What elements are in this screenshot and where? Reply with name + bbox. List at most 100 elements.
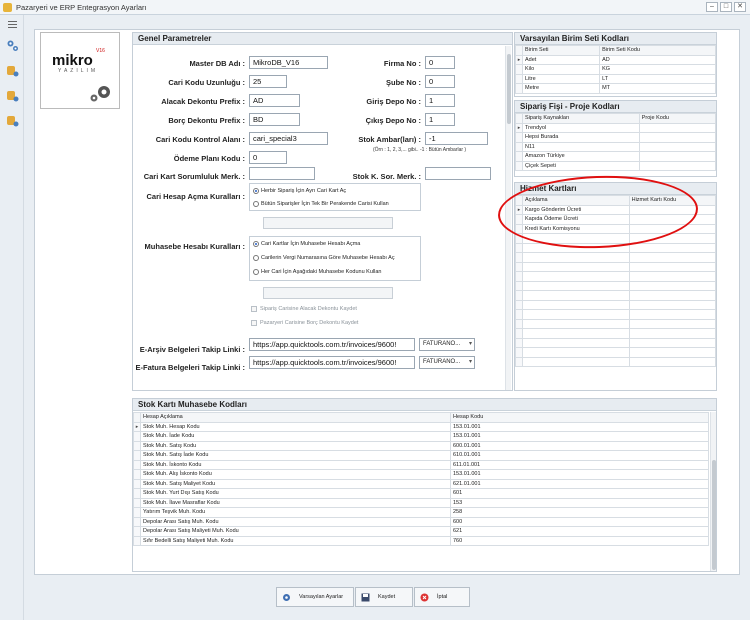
table-row[interactable]: Amazon Türkiye [515,151,717,162]
earsiv-link-label: E-Arşiv Belgeleri Takip Linki : [139,345,245,354]
borc-prefix-label: Borç Dekontu Prefix : [168,116,245,125]
stok-ambar-input[interactable]: -1 [425,132,488,145]
database-settings-icon-3[interactable] [6,114,19,127]
odeme-plani-input[interactable]: 0 [249,151,287,164]
muhasebe-kural-group: Cari Kartlar İçin Muhasebe Hesabı Açma C… [249,236,421,281]
alacak-dekont-checkbox[interactable]: Sipariş Carisine Alacak Dekontu Kaydet [251,306,357,312]
settings-icon[interactable] [6,39,19,52]
cari-acma-label: Cari Hesap Açma Kuralları : [146,192,245,201]
table-row[interactable]: Sıfır Bedelli Satış Maliyeti Muh. Kodu 76… [133,535,709,546]
hamburger-menu-icon[interactable] [8,21,17,30]
borc-dekont-checkbox[interactable]: Pazaryeri Carisine Borç Dekontu Kaydet [251,320,358,326]
table-row[interactable]: Stok Muh. İade Kodu 153.01.001 [133,431,709,442]
muh-option-2[interactable]: Carilerin Vergi Numarasına Göre Muhasebe… [253,255,395,261]
defaults-button[interactable]: Varsayılan Ayarlar [276,587,354,607]
cari-sorumluluk-input[interactable] [249,167,315,180]
minimize-button[interactable]: – [706,2,718,12]
table-row [515,309,717,320]
title-bar: Pazaryeri ve ERP Entegrasyon Ayarları – … [0,0,750,15]
table-row[interactable]: Metre MT [515,83,716,94]
table-row [515,347,717,358]
table-row [515,318,717,329]
alacak-prefix-label: Alacak Dekontu Prefix : [161,97,245,106]
earsiv-link-input[interactable]: https://app.quicktools.com.tr/invoices/9… [249,338,415,351]
maximize-button[interactable]: □ [720,2,732,12]
table-row[interactable]: Çiçek Sepeti [515,160,717,171]
table-row[interactable]: Depolar Arası Satış Maliyeti Muh. Kodu 62… [133,526,709,537]
general-parameters-title: Genel Parametreler [133,33,512,45]
master-db-input[interactable]: MikroDB_V16 [249,56,328,69]
giris-depo-label: Giriş Depo No : [366,97,421,106]
table-row[interactable]: Yatırım Teşvik Muh. Kodu 258 [133,507,709,518]
efatura-link-input[interactable]: https://app.quicktools.com.tr/invoices/9… [249,356,415,369]
earsiv-field-select[interactable]: FATURANO... ▾ [419,338,475,351]
birim-seti-panel: Varsayılan Birim Seti Kodları Birim Seti… [514,32,717,97]
table-row [515,328,717,339]
odeme-plani-label: Ödeme Planı Kodu : [173,154,245,163]
app-icon [3,2,12,12]
cikis-depo-input[interactable]: 1 [425,113,455,126]
cancel-button[interactable]: İptal [414,587,470,607]
database-settings-icon-2[interactable] [6,89,19,102]
table-row [515,271,717,282]
logo-version: V16 [96,48,105,54]
database-settings-icon[interactable] [6,64,19,77]
table-row[interactable]: ▸ Trendyol [515,122,717,133]
table-row[interactable]: Depolar Arası Satış Muh. Kodu 600 [133,516,709,527]
table-row[interactable]: Stok Muh. Satış İade Kodu 610.01.001 [133,450,709,461]
muh-option-1[interactable]: Cari Kartlar İçin Muhasebe Hesabı Açma [253,241,360,247]
table-row [515,299,717,310]
borc-prefix-input[interactable]: BD [249,113,300,126]
stok-muhasebe-table: Hesap Açıklama Hesap Kodu ▸ Stok Muh. Hesa… [133,412,709,546]
table-row [515,280,717,291]
master-db-label: Master DB Adı : [189,59,245,68]
chevron-down-icon: ▾ [468,359,472,365]
firma-input[interactable]: 0 [425,56,455,69]
stok-sorumluluk-input[interactable] [425,167,491,180]
left-toolbar [0,15,24,620]
firma-label: Firma No : [383,59,421,68]
mikro-logo: mikro [52,52,93,69]
stok-ambar-hint: (Örn : 1, 2, 3,... gibi.. -1 : Bütün Amb… [373,147,467,153]
acma-extra-field [263,217,393,229]
close-button[interactable]: ✕ [734,2,746,12]
table-row [515,337,717,348]
gear-icon [90,86,110,102]
stok-scrollbar[interactable] [710,412,716,571]
acma-option-2[interactable]: Bütün Siparişler İçin Tek Bir Perakende … [253,201,389,207]
table-row[interactable]: Stok Muh. İlave Masraflar Kodu 153 [133,497,709,508]
siparis-proje-panel: Sipariş Fişi - Proje Kodları Sipariş Kay… [514,100,717,177]
table-row[interactable]: Kilo KG [515,64,716,75]
table-row[interactable]: Stok Muh. Satış Maliyet Kodu 621.01.001 [133,478,709,489]
siparis-proje-title: Sipariş Fişi - Proje Kodları [515,101,716,113]
sube-input[interactable]: 0 [425,75,455,88]
cancel-icon [420,593,429,601]
cari-kodu-uzunlugu-input[interactable]: 25 [249,75,287,88]
birim-seti-table: Birim Seti Birim Seti Kodu ▸ Adet AD Kilo KG… [515,45,716,94]
table-row[interactable]: Stok Muh. Alış İskonto Kodu 153.01.001 [133,469,709,480]
table-row[interactable]: N11 [515,141,717,152]
table-row[interactable]: Hepsi Burada [515,132,717,143]
alacak-prefix-input[interactable]: AD [249,94,300,107]
muhasebe-kural-label: Muhasebe Hesabı Kuralları : [144,242,245,251]
table-row[interactable]: Litre LT [515,73,716,84]
save-icon [361,593,370,601]
sube-label: Şube No : [386,78,421,87]
table-row[interactable]: ▸ Stok Muh. Hesap Kodu 153.01.001 [133,421,709,432]
logo-subtitle: YAZILIM [58,68,99,74]
save-button[interactable]: Kaydet [355,587,413,607]
table-row[interactable]: Stok Muh. İskonto Kodu 611.01.001 [133,459,709,470]
acma-option-1[interactable]: Herbir Sipariş İçin Ayrı Cari Kart Aç [253,188,346,194]
stok-muhasebe-title: Stok Kartı Muhasebe Kodları [133,399,716,411]
cari-kodu-uzunlugu-label: Cari Kodu Uzunluğu : [168,78,245,87]
muh-option-3[interactable]: Her Cari İçin Aşağıdaki Muhasebe Kodunu … [253,269,381,275]
siparis-proje-table: Sipariş Kaynakları Proje Kodu ▸ Trendyol H… [515,113,717,171]
table-row[interactable]: Stok Muh. Satış Kodu 600.01.001 [133,440,709,451]
efatura-field-select[interactable]: FATURANO... ▾ [419,356,475,369]
table-row[interactable]: Stok Muh. Yurt Dışı Satış Kodu 601 [133,488,709,499]
window-title: Pazaryeri ve ERP Entegrasyon Ayarları [16,2,147,12]
cari-sorumluluk-label: Cari Kart Sorumluluk Merk. : [143,172,245,181]
cari-kontrol-input[interactable]: cari_special3 [249,132,328,145]
table-row[interactable]: ▸ Adet AD [515,54,716,65]
giris-depo-input[interactable]: 1 [425,94,455,107]
